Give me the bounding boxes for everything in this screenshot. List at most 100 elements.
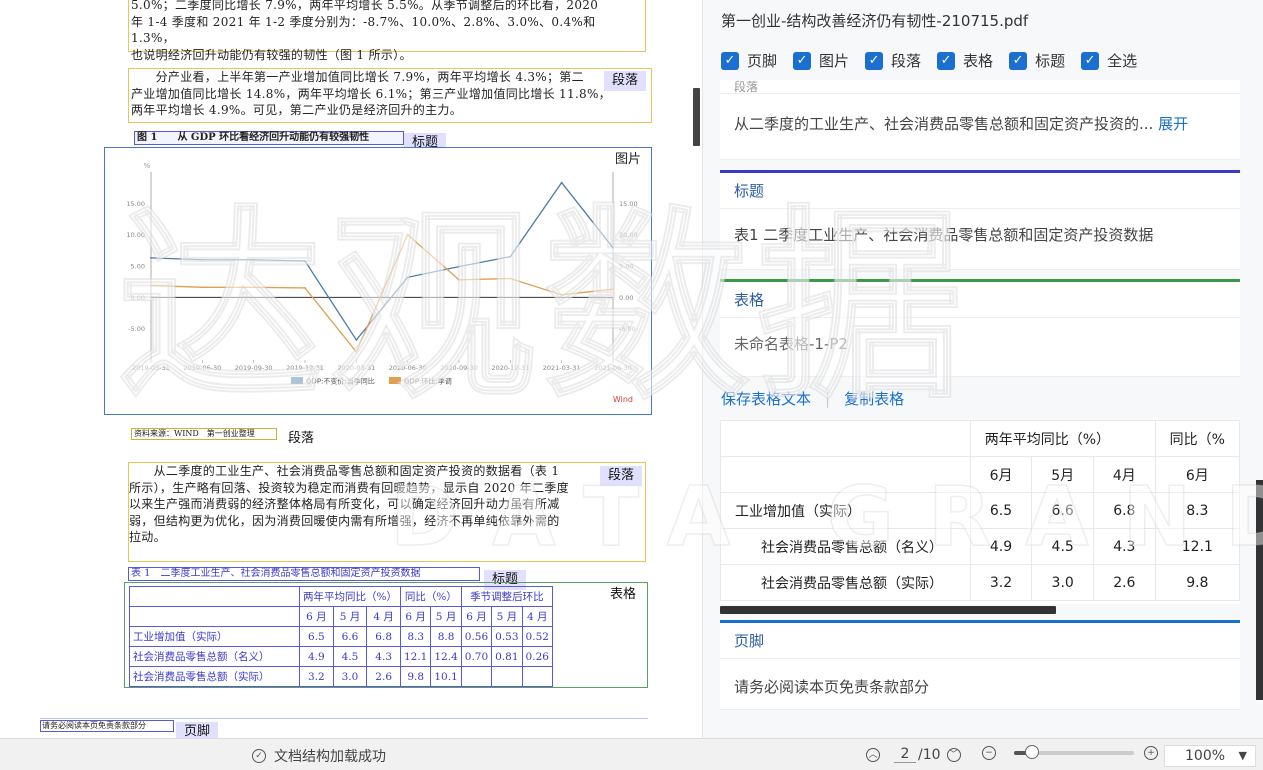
data-point xyxy=(458,278,460,281)
table-cell: 9.8 xyxy=(1154,564,1240,601)
source-note[interactable]: 资料来源：WIND 第一创业整理 xyxy=(131,428,277,440)
text-line: 5.0%；二季度同比增长 7.9%，两年平均增长 5.5%。从季节调整后的环比看… xyxy=(131,0,599,12)
page-down-icon[interactable]: ﹀ xyxy=(946,747,961,762)
copy-table-link[interactable]: 复制表格 xyxy=(844,390,904,408)
table-horizontal-scrollbar[interactable] xyxy=(720,606,1056,614)
month-header: 4 月 xyxy=(521,606,553,627)
checkbox-icon[interactable]: ✓ xyxy=(865,51,884,70)
checkbox-icon[interactable]: ✓ xyxy=(937,51,956,70)
x-tick-label: 2020-06-30 xyxy=(389,364,427,372)
filter-select-all[interactable]: ✓ 全选 xyxy=(1081,50,1137,71)
month-header: 5 月 xyxy=(332,606,368,627)
data-point xyxy=(252,258,255,261)
pager: ︿ 2 /10 ﹀ xyxy=(866,746,969,763)
table-tag: 表格 xyxy=(602,585,645,605)
left-unit-label: % xyxy=(144,162,151,170)
y-tick-label-right: 5.00 xyxy=(619,263,633,271)
data-point xyxy=(406,233,409,236)
row-label: 社会消费品零售总额（实际） xyxy=(129,666,300,687)
document-table[interactable]: 两年平均同比（%） 同比（%） 季节调整后环比 6 月 5 月 4 月 6 月 … xyxy=(124,582,648,688)
table-cell: 0.26 xyxy=(521,646,553,667)
table-cell: 6.8 xyxy=(366,626,401,647)
checkbox-icon[interactable]: ✓ xyxy=(793,51,812,70)
zoom-out-icon[interactable]: − xyxy=(982,746,996,760)
table-cell: 4.5 xyxy=(1031,528,1095,565)
month-header: 6月 xyxy=(1154,456,1240,493)
status-text: 文档结构加载成功 xyxy=(274,749,386,765)
filter-paragraph[interactable]: ✓ 段落 xyxy=(865,50,921,71)
month-header: 5 月 xyxy=(491,606,523,627)
line-chart: %%15.0015.0010.0010.005.005.000.000.00-5… xyxy=(126,162,637,404)
paragraph-intro[interactable]: 5.0%；二季度同比增长 7.9%，两年平均增长 5.5%。从季节调整后的环比看… xyxy=(128,0,646,62)
row-label: 工业增加值（实际） xyxy=(129,626,300,647)
page-number-input[interactable]: 2 xyxy=(894,746,916,763)
table-corner xyxy=(720,456,971,493)
table-cell: 12.1 xyxy=(1154,528,1240,565)
table-cell: 8.8 xyxy=(430,626,462,647)
table-cell: 3.2 xyxy=(969,564,1033,601)
table-cell: 8.3 xyxy=(399,626,432,647)
table-cell: 10.1 xyxy=(430,666,462,687)
footer-card[interactable]: 页脚 请务必阅读本页免责条款部分 xyxy=(720,620,1240,710)
paragraph-card[interactable]: 段落 从二季度的工业生产、社会消费品零售总额和固定资产投资的... 展开 xyxy=(720,80,1240,160)
legend-label: GDP:不变价:当季同比 xyxy=(306,377,375,386)
data-table: 两年平均同比（%） 同比（%） 季节调整后环比 6 月 5 月 4 月 6 月 … xyxy=(129,586,553,687)
checkbox-icon[interactable]: ✓ xyxy=(1009,51,1028,70)
x-tick-label: 2021-03-31 xyxy=(543,364,581,372)
table-cell: 6.6 xyxy=(1031,492,1095,529)
text-line: 从二季度的工业生产、社会消费品零售总额和固定资产投资的数据看（表 1 xyxy=(129,464,560,478)
zoom-in-icon[interactable]: + xyxy=(1144,746,1158,760)
y-tick-label-left: -5.00 xyxy=(128,325,145,333)
filter-footer[interactable]: ✓ 页脚 xyxy=(721,50,777,71)
table-name: 未命名表格-1-P2 xyxy=(734,335,848,353)
month-header: 6 月 xyxy=(299,606,334,627)
checkbox-icon[interactable]: ✓ xyxy=(721,51,739,70)
document-scrollbar[interactable] xyxy=(693,88,700,146)
title-card[interactable]: 标题 表1 二季度工业生产、社会消费品零售总额和固定资产投资数据 xyxy=(720,170,1240,270)
x-tick-label: 2020-09-30 xyxy=(440,364,478,372)
document-pane[interactable]: 5.0%；二季度同比增长 7.9%，两年平均增长 5.5%。从季节调整后的环比看… xyxy=(0,0,702,738)
filter-table[interactable]: ✓ 表格 xyxy=(937,50,993,71)
zoom-slider-handle[interactable] xyxy=(1025,745,1039,759)
table-cell: 2.6 xyxy=(366,666,401,687)
table-card[interactable]: 表格 未命名表格-1-P2 xyxy=(720,279,1240,377)
figure-title[interactable]: 图 1 从 GDP 环比看经济回升动能仍有较强韧性 xyxy=(134,131,404,145)
month-header: 6 月 xyxy=(460,606,493,627)
table-row: 社会消费品零售总额（名义） 4.9 4.5 4.3 12.1 xyxy=(720,528,1240,565)
table-actions: 保存表格文本 | 复制表格 xyxy=(721,388,904,409)
expand-link[interactable]: 展开 xyxy=(1158,115,1188,133)
text-line: 分产业看，上半年第一产业增加值同比增长 7.9%，两年平均增长 4.3%；第二 xyxy=(131,70,584,84)
paragraph-tag: 段落 xyxy=(604,71,647,91)
table-cell: 4.9 xyxy=(969,528,1033,565)
filter-title[interactable]: ✓ 标题 xyxy=(1009,50,1065,71)
extracted-table[interactable]: 两年平均同比（%） 同比（% 6月 5月 4月 6月 工业增加值（实际） 6.5… xyxy=(720,420,1240,604)
filter-image[interactable]: ✓ 图片 xyxy=(793,50,849,71)
zoom-select[interactable]: 100% ▼ xyxy=(1164,745,1256,767)
status-message: ✓ 文档结构加载成功 xyxy=(252,746,386,766)
card-text: 从二季度的工业生产、社会消费品零售总额和固定资产投资的... 展开 xyxy=(720,94,1240,142)
text-line: 两年平均增长 4.9%。可见，第二产业仍是经济回升的主力。 xyxy=(131,103,463,117)
panel-scrollbar[interactable] xyxy=(1256,480,1263,700)
zoom-slider[interactable] xyxy=(1014,745,1134,759)
table-cell: 12.4 xyxy=(430,646,462,667)
extracted-table-grid: 两年平均同比（%） 同比（% 6月 5月 4月 6月 工业增加值（实际） 6.5… xyxy=(720,420,1240,601)
table-header-row: 两年平均同比（%） 同比（% xyxy=(720,420,1240,457)
table-cell: 0.52 xyxy=(521,626,553,647)
paragraph-demand[interactable]: 从二季度的工业生产、社会消费品零售总额和固定资产投资的数据看（表 1 所示），生… xyxy=(128,462,646,562)
filter-label: 图片 xyxy=(819,52,850,70)
figure-chart[interactable]: %%15.0015.0010.0010.005.005.000.000.00-5… xyxy=(104,147,652,415)
status-bar: ✓ 文档结构加载成功 ︿ 2 /10 ﹀ − + 100% ▼ xyxy=(0,738,1263,770)
table-title[interactable]: 表 1 二季度工业生产、社会消费品零售总额和固定资产投资数据 xyxy=(128,567,480,581)
footer-text[interactable]: 请务必阅读本页免责条款部分 xyxy=(40,720,174,732)
filter-label: 表格 xyxy=(963,52,994,70)
row-label: 社会消费品零售总额（名义） xyxy=(720,528,971,565)
save-table-text-link[interactable]: 保存表格文本 xyxy=(721,390,811,408)
paragraph-industry[interactable]: 分产业看，上半年第一产业增加值同比增长 7.9%，两年平均增长 4.3%；第二 … xyxy=(128,68,652,123)
data-point xyxy=(458,265,460,268)
action-separator: | xyxy=(825,390,831,408)
y-tick-label-left: 15.00 xyxy=(126,200,145,208)
checkbox-icon[interactable]: ✓ xyxy=(1081,51,1100,70)
page-up-icon[interactable]: ︿ xyxy=(866,747,880,762)
zoom-controls: − + xyxy=(982,745,1166,760)
page-total: /10 xyxy=(918,746,941,763)
